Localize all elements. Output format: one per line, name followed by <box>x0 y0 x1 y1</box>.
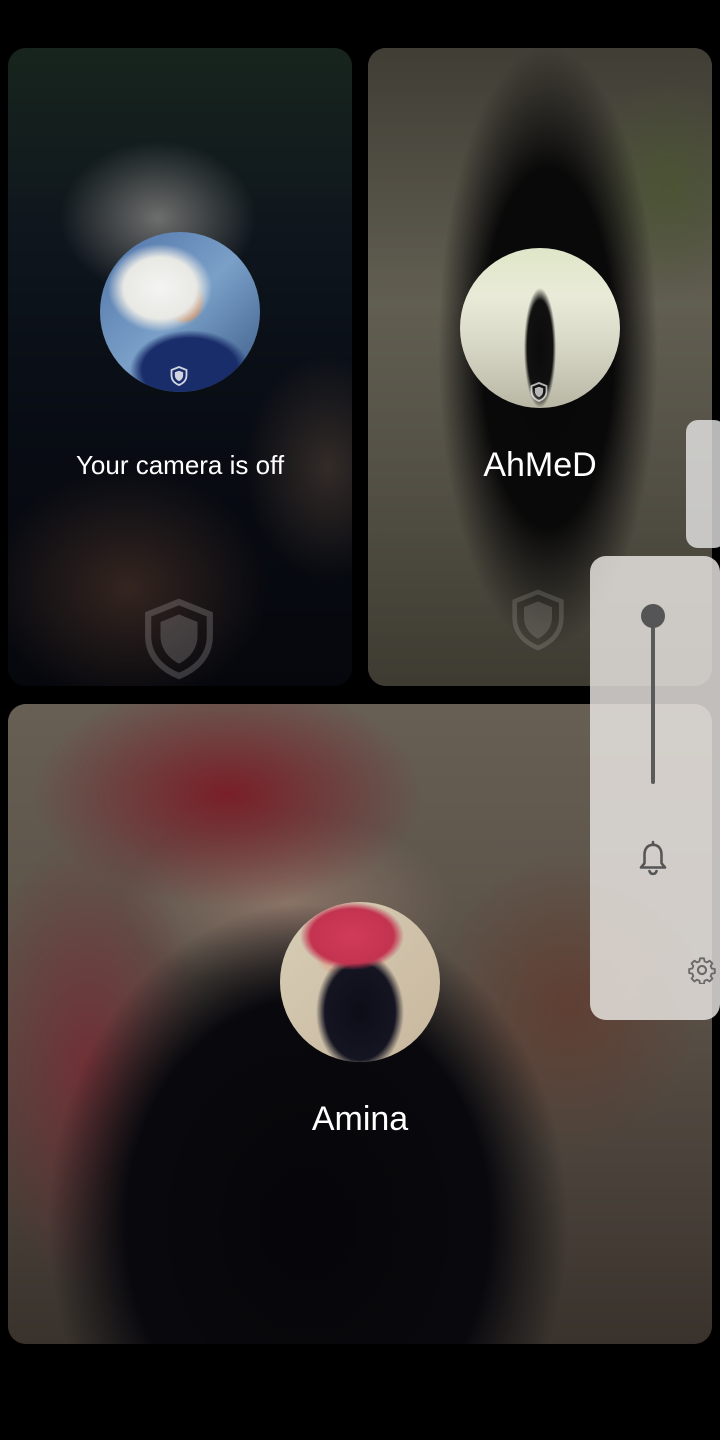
volume-panel[interactable] <box>590 556 720 1020</box>
gear-icon[interactable] <box>688 956 716 984</box>
volume-slider-thumb[interactable] <box>641 604 665 628</box>
side-panel-handle[interactable] <box>686 420 720 548</box>
bell-icon[interactable] <box>636 840 670 878</box>
video-call-screen: Your camera is off AhMeD Amina <box>0 0 720 1440</box>
camera-off-label: Your camera is off <box>75 450 285 480</box>
volume-slider-track[interactable] <box>651 616 655 784</box>
participant-name: AhMeD <box>483 446 597 484</box>
self-avatar <box>100 232 260 392</box>
shield-icon <box>145 598 213 680</box>
participant-name: Amina <box>311 1100 409 1138</box>
participant-avatar <box>460 248 620 408</box>
shield-icon <box>512 589 564 651</box>
self-video-tile[interactable]: Your camera is off <box>8 48 352 686</box>
shield-icon <box>170 366 188 386</box>
shield-icon <box>530 382 548 402</box>
participant-avatar <box>280 902 440 1062</box>
